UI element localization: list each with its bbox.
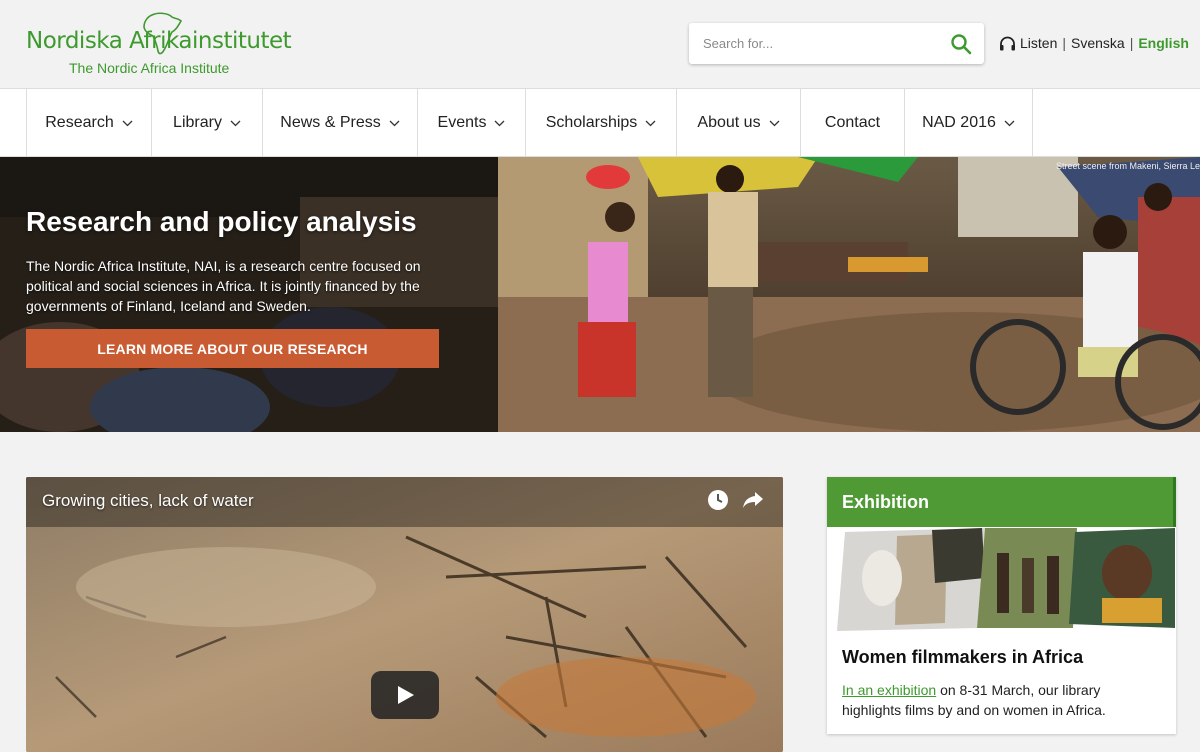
separator: | [1062, 35, 1066, 51]
hero-banner: Street scene from Makeni, Sierra Le Rese… [0, 157, 1200, 432]
chevron-down-icon [769, 120, 780, 126]
hero-title: Research and policy analysis [26, 206, 417, 237]
nav-item-nad-2016[interactable]: NAD 2016 [905, 89, 1033, 157]
nav-label: Library [173, 114, 222, 131]
card-header: Exhibition [827, 477, 1176, 527]
language-bar: Listen | Svenska | English [999, 35, 1189, 51]
nav-label: Research [45, 114, 114, 131]
exhibition-collage-image[interactable] [837, 528, 1175, 631]
chevron-down-icon [1004, 120, 1015, 126]
learn-more-research-button[interactable]: LEARN MORE ABOUT OUR RESEARCH [26, 329, 439, 368]
nav-item-events[interactable]: Events [418, 89, 526, 157]
listen-link[interactable]: Listen [1020, 35, 1057, 51]
logo-text: Nordiska Afrikainstitutet [26, 28, 292, 54]
search-icon[interactable] [949, 32, 973, 56]
chevron-down-icon [230, 120, 241, 126]
hero-description: The Nordic Africa Institute, NAI, is a r… [26, 258, 421, 314]
play-button[interactable] [371, 671, 439, 719]
logo-subtitle: The Nordic Africa Institute [69, 60, 230, 76]
video-title: Growing cities, lack of water [42, 491, 254, 510]
nav-list: Research Library News & Press Events Sch… [26, 89, 1033, 157]
nav-label: NAD 2016 [922, 114, 996, 131]
nav-label: Scholarships [545, 114, 638, 131]
photo-credit: Street scene from Makeni, Sierra Le [1055, 161, 1200, 171]
clock-icon[interactable] [707, 489, 729, 511]
nav-label: News & Press [280, 114, 381, 131]
share-icon[interactable] [742, 490, 764, 510]
search-box [689, 23, 984, 64]
chevron-down-icon [494, 120, 505, 126]
separator: | [1129, 35, 1134, 51]
nav-item-news-press[interactable]: News & Press [263, 89, 418, 157]
exhibition-card: Exhibition Women filmmakers in Africa In… [827, 477, 1176, 734]
play-icon [398, 686, 414, 704]
language-english-link[interactable]: English [1138, 35, 1189, 51]
language-svenska-link[interactable]: Svenska [1071, 35, 1125, 51]
nav-label: Events [437, 114, 487, 131]
nav-item-about-us[interactable]: About us [677, 89, 801, 157]
street-scene-photo [498, 157, 1200, 432]
site-logo[interactable]: Nordiska Afrikainstitutet The Nordic Afr… [26, 12, 346, 78]
video-player[interactable]: Growing cities, lack of water [26, 477, 783, 752]
chevron-down-icon [389, 120, 400, 126]
exhibition-title: Women filmmakers in Africa [842, 647, 1084, 667]
nav-item-library[interactable]: Library [152, 89, 263, 157]
exhibition-description: In an exhibition on 8-31 March, our libr… [842, 680, 1162, 720]
chevron-down-icon [122, 120, 133, 126]
search-input[interactable] [689, 23, 939, 64]
headphones-icon [1000, 36, 1015, 50]
nav-item-scholarships[interactable]: Scholarships [526, 89, 677, 157]
nav-item-research[interactable]: Research [27, 89, 152, 157]
chevron-down-icon [645, 120, 656, 126]
nav-label: Contact [824, 114, 881, 131]
exhibition-link[interactable]: In an exhibition [842, 682, 936, 698]
nav-label: About us [697, 114, 761, 131]
site-header: Nordiska Afrikainstitutet The Nordic Afr… [0, 0, 1200, 88]
main-navigation: Research Library News & Press Events Sch… [0, 88, 1200, 157]
nav-item-contact[interactable]: Contact [801, 89, 905, 157]
